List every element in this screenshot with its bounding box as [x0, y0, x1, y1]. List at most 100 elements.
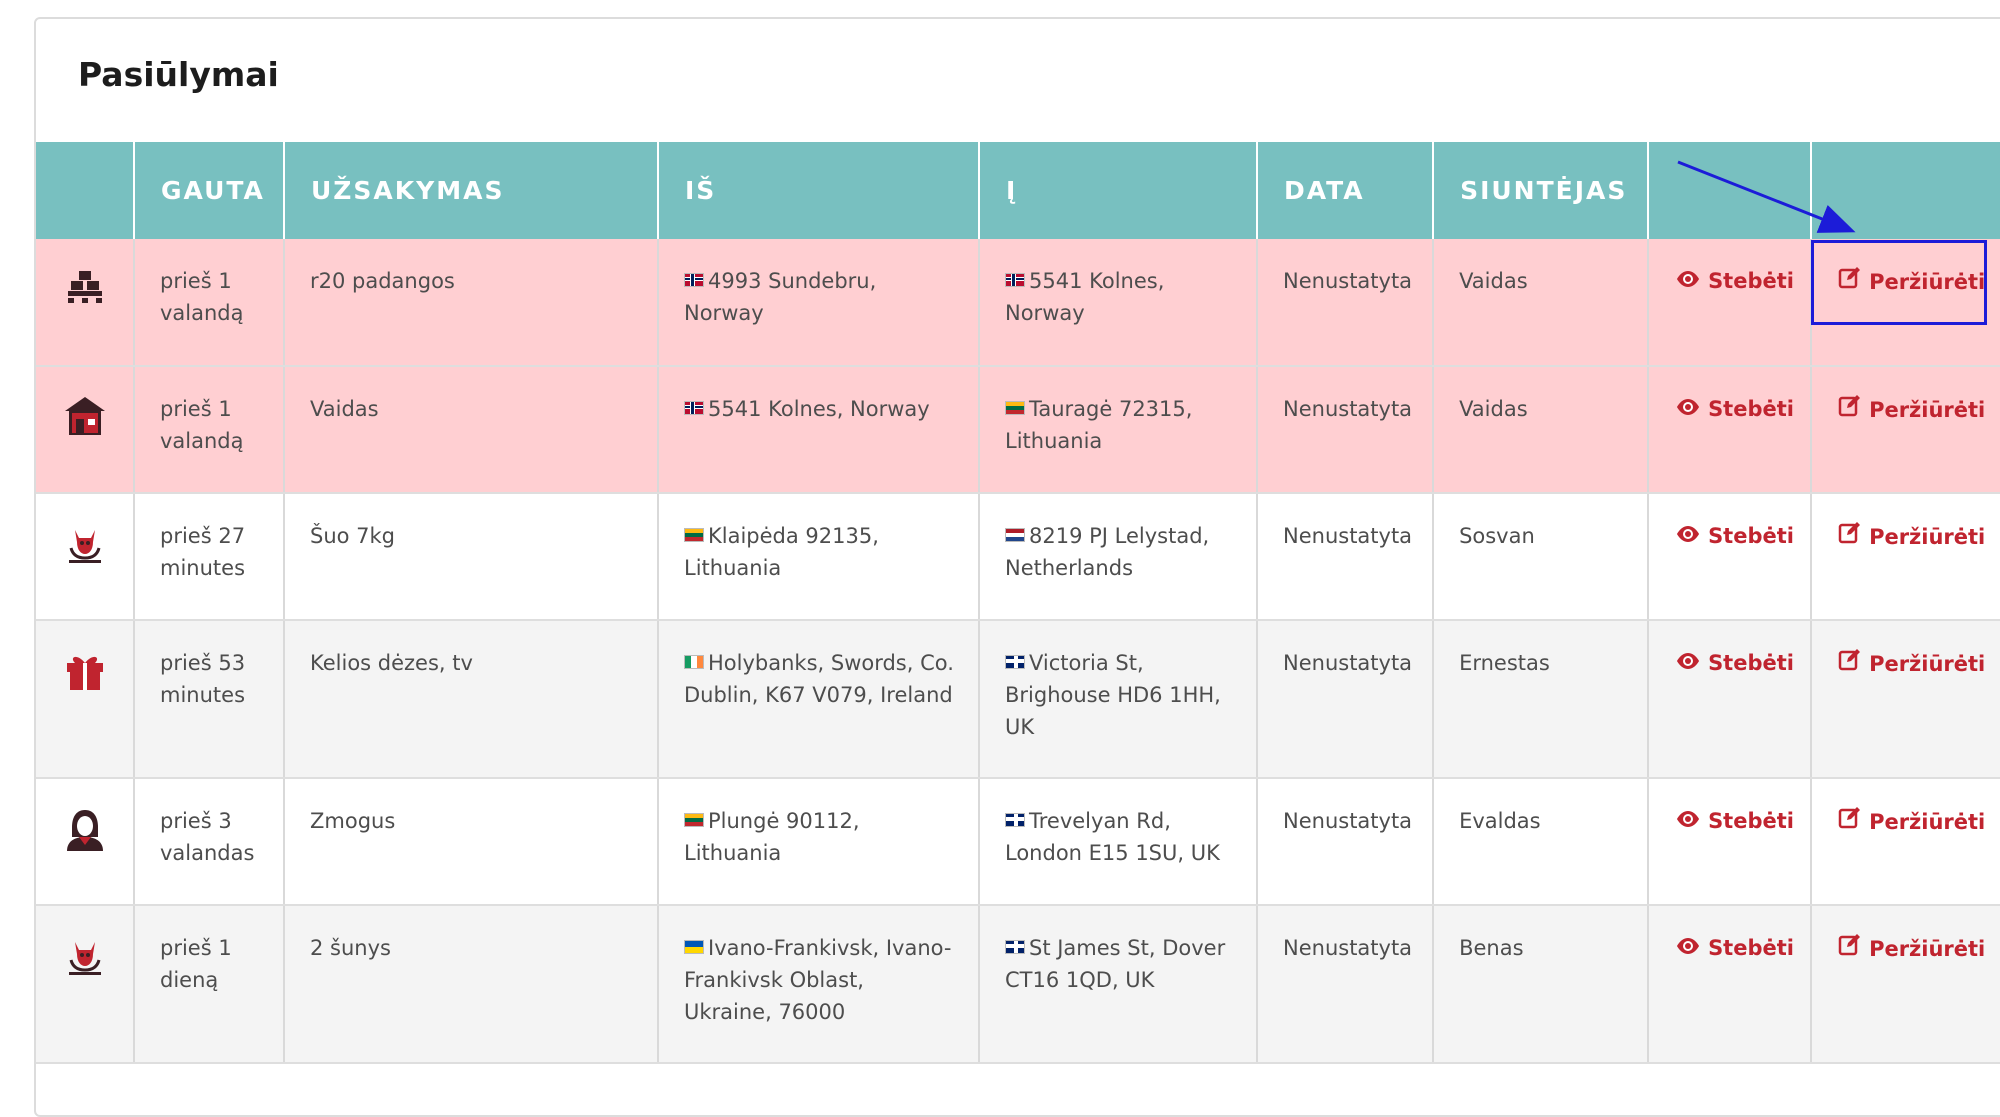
eye-icon [1675, 932, 1701, 964]
date-cell: Nenustatyta [1257, 493, 1435, 621]
to-address: 8219 PJ Lelystad, Netherlands [1005, 524, 1210, 580]
received-text: prieš 1 dieną [160, 936, 232, 992]
from-address: 5541 Kolnes, Norway [708, 397, 930, 421]
watch-button[interactable]: Stebėti [1675, 932, 1794, 964]
from-cell: 5541 Kolnes, Norway [658, 366, 980, 494]
table-row: prieš 53 minutes Kelios dėzes, tv Holybank… [36, 620, 2000, 779]
watch-label: Stebėti [1708, 936, 1794, 960]
from-cell: Klaipėda 92135, Lithuania [658, 493, 980, 621]
sender-text: Vaidas [1459, 397, 1528, 421]
column-header-view [1811, 142, 2000, 239]
view-button[interactable]: Peržiūrėti [1838, 647, 1985, 680]
watch-cell: Stebėti [1648, 366, 1813, 494]
column-header-from: IŠ [658, 142, 980, 239]
column-header-sender: SIUNTĖJAS [1433, 142, 1650, 239]
order-cell: Zmogus [284, 778, 659, 906]
lithuania-flag [1005, 401, 1025, 415]
received-text: prieš 53 minutes [160, 651, 246, 707]
to-address: Trevelyan Rd, London E15 1SU, UK [1005, 809, 1220, 865]
category-cell [36, 239, 135, 367]
order-cell: r20 padangos [284, 239, 659, 367]
sender-text: Ernestas [1459, 651, 1550, 675]
offers-card: Pasiūlymai GAUTA UŽSAKYMAS IŠ Į DATA SIU… [34, 17, 2000, 1117]
view-cell: Peržiūrėti [1811, 493, 2000, 621]
date-text: Nenustatyta [1283, 936, 1413, 960]
order-text: Šuo 7kg [310, 524, 396, 548]
watch-button[interactable]: Stebėti [1675, 393, 1794, 425]
to-address: St James St, Dover CT16 1QD, UK [1005, 936, 1226, 992]
sender-text: Benas [1459, 936, 1524, 960]
from-address: Holybanks, Swords, Co. Dublin, K67 V079,… [684, 651, 954, 707]
view-cell: Peržiūrėti [1811, 366, 2000, 494]
sender-text: Sosvan [1459, 524, 1535, 548]
column-header-category [36, 142, 135, 239]
view-button[interactable]: Peržiūrėti [1838, 932, 1985, 965]
date-cell: Nenustatyta [1257, 239, 1435, 367]
category-cell [36, 620, 135, 779]
gift-icon [63, 656, 107, 698]
watch-button[interactable]: Stebėti [1675, 265, 1794, 297]
table-header-row: GAUTA UŽSAKYMAS IŠ Į DATA SIUNTĖJAS [36, 142, 2000, 239]
date-text: Nenustatyta [1283, 397, 1413, 421]
watch-label: Stebėti [1708, 651, 1794, 675]
to-cell: Trevelyan Rd, London E15 1SU, UK [979, 778, 1258, 906]
to-cell: Tauragė 72315, Lithuania [979, 366, 1258, 494]
view-label: Peržiūrėti [1869, 936, 1986, 961]
edit-icon [1838, 805, 1862, 838]
house-icon [63, 397, 107, 442]
view-cell: Peržiūrėti [1811, 620, 2000, 779]
order-text: 2 šunys [310, 936, 391, 960]
watch-button[interactable]: Stebėti [1675, 520, 1794, 552]
view-cell: Peržiūrėti [1811, 778, 2000, 906]
to-address: Victoria St, Brighouse HD6 1HH, UK [1005, 651, 1221, 739]
received-cell: prieš 1 valandą [134, 366, 285, 494]
ireland-flag [684, 655, 704, 669]
sender-cell: Sosvan [1433, 493, 1650, 621]
order-cell: Vaidas [284, 366, 659, 494]
pet-icon [63, 942, 107, 983]
date-text: Nenustatyta [1283, 524, 1413, 548]
lithuania-flag [684, 528, 704, 542]
watch-button[interactable]: Stebėti [1675, 647, 1794, 679]
received-cell: prieš 27 minutes [134, 493, 285, 621]
norway-flag [1005, 273, 1025, 287]
date-cell: Nenustatyta [1257, 778, 1435, 906]
edit-icon [1838, 647, 1862, 680]
received-cell: prieš 3 valandas [134, 778, 285, 906]
received-text: prieš 27 minutes [160, 524, 246, 580]
received-text: prieš 1 valandą [160, 397, 244, 453]
view-button[interactable]: Peržiūrėti [1838, 805, 1985, 838]
eye-icon [1675, 265, 1701, 297]
view-button[interactable]: Peržiūrėti [1838, 520, 1985, 553]
page-title: Pasiūlymai [78, 55, 279, 94]
person-icon [63, 810, 107, 858]
eye-icon [1675, 805, 1701, 837]
view-label: Peržiūrėti [1869, 651, 1986, 676]
edit-icon [1838, 393, 1862, 426]
watch-cell: Stebėti [1648, 620, 1813, 779]
sender-cell: Vaidas [1433, 366, 1650, 494]
view-label: Peržiūrėti [1869, 397, 1986, 422]
eye-icon [1675, 520, 1701, 552]
date-cell: Nenustatyta [1257, 366, 1435, 494]
received-cell: prieš 53 minutes [134, 620, 285, 779]
order-text: Kelios dėzes, tv [310, 651, 473, 675]
sender-cell: Ernestas [1433, 620, 1650, 779]
received-cell: prieš 1 valandą [134, 239, 285, 367]
column-header-received: GAUTA [134, 142, 285, 239]
table-row: prieš 1 dieną 2 šunys Ivano-Frankivsk, Iva… [36, 905, 2000, 1064]
watch-button[interactable]: Stebėti [1675, 805, 1794, 837]
edit-icon [1838, 932, 1862, 965]
from-cell: Holybanks, Swords, Co. Dublin, K67 V079,… [658, 620, 980, 779]
sender-text: Vaidas [1459, 269, 1528, 293]
to-address: 5541 Kolnes, Norway [1005, 269, 1165, 325]
watch-label: Stebėti [1708, 809, 1794, 833]
category-cell [36, 493, 135, 621]
received-text: prieš 1 valandą [160, 269, 244, 325]
norway-flag [684, 401, 704, 415]
date-cell: Nenustatyta [1257, 905, 1435, 1064]
watch-label: Stebėti [1708, 524, 1794, 548]
column-header-watch [1648, 142, 1813, 239]
view-button[interactable]: Peržiūrėti [1838, 393, 1985, 426]
column-header-to: Į [979, 142, 1258, 239]
